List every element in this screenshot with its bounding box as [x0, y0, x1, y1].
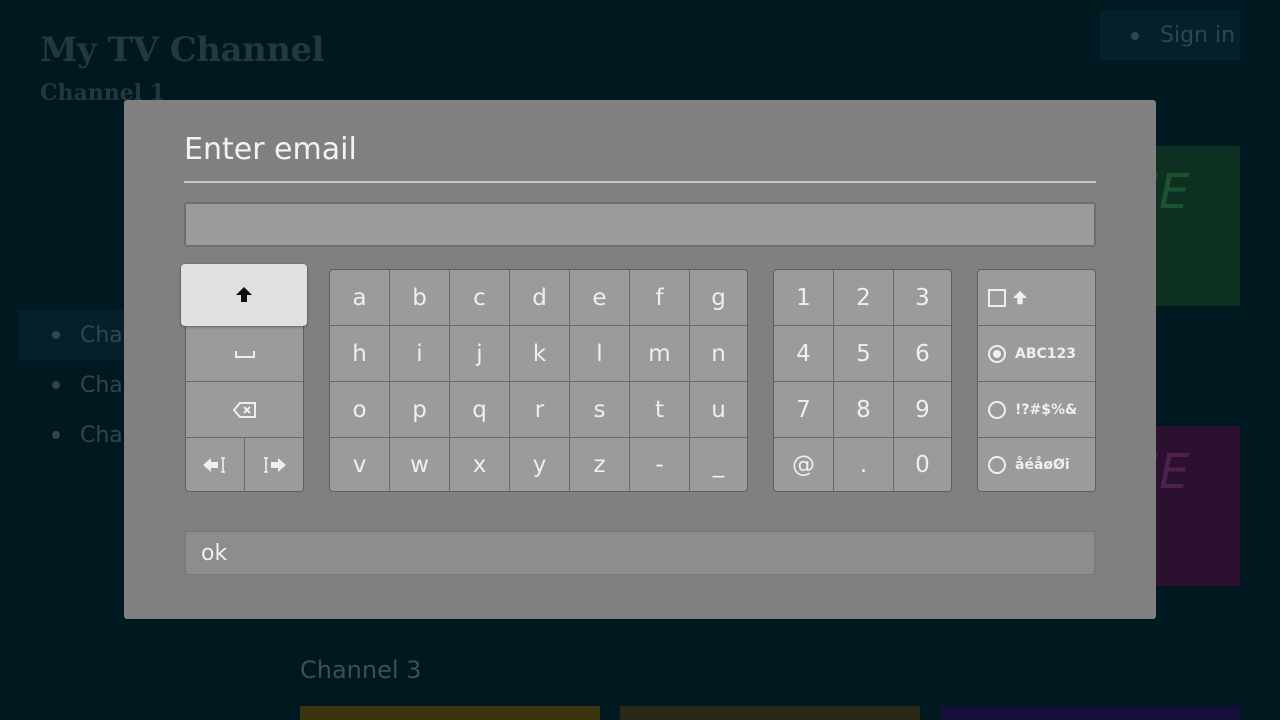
letter-key[interactable]: g	[690, 270, 747, 326]
cursor-left-icon	[203, 456, 225, 473]
letter-key[interactable]: k	[510, 326, 570, 382]
number-key[interactable]: 7	[774, 382, 834, 438]
ok-button[interactable]: ok	[185, 531, 1095, 575]
number-key[interactable]: .	[834, 438, 894, 491]
radio-icon	[988, 455, 1006, 474]
letter-key[interactable]: p	[390, 382, 450, 438]
number-key[interactable]: @	[774, 438, 834, 491]
row-label-channel-3: Channel 3	[300, 656, 422, 684]
number-key[interactable]: 4	[774, 326, 834, 382]
letter-key[interactable]: e	[570, 270, 630, 326]
number-key[interactable]: 8	[834, 382, 894, 438]
letter-key[interactable]: _	[690, 438, 747, 491]
letter-key[interactable]: r	[510, 382, 570, 438]
letter-key[interactable]: u	[690, 382, 747, 438]
space-icon	[234, 350, 255, 358]
letter-key[interactable]: f	[630, 270, 690, 326]
space-key[interactable]	[186, 326, 303, 382]
backspace-icon	[232, 401, 256, 418]
mode-symbols[interactable]: !?#$%&	[978, 382, 1095, 438]
number-key[interactable]: 5	[834, 326, 894, 382]
number-key[interactable]: 2	[834, 270, 894, 326]
number-key[interactable]: 0	[894, 438, 951, 491]
channel-3-card-3[interactable]	[940, 706, 1240, 720]
number-keys: 1 2 3 4 5 6 7 8 9 @. 0	[773, 269, 952, 492]
letter-key[interactable]: c	[450, 270, 510, 326]
dialog-title: Enter email	[184, 132, 357, 167]
sign-in-button[interactable]: Sign in	[1100, 10, 1240, 60]
channel-3-card-2[interactable]	[620, 706, 920, 720]
letter-key[interactable]: l	[570, 326, 630, 382]
radio-selected-icon	[988, 344, 1006, 363]
backspace-key[interactable]	[186, 382, 303, 438]
letter-key[interactable]: v	[330, 438, 390, 491]
number-key[interactable]: 9	[894, 382, 951, 438]
letter-key[interactable]: w	[390, 438, 450, 491]
mode-label: !?#$%&	[1015, 401, 1078, 418]
letter-key[interactable]: y	[510, 438, 570, 491]
mode-accents[interactable]: åéåøØi	[978, 438, 1095, 491]
shift-key-focused[interactable]	[181, 264, 307, 326]
number-key[interactable]: 6	[894, 326, 951, 382]
letter-key[interactable]: b	[390, 270, 450, 326]
mode-abc123[interactable]: ABC123	[978, 326, 1095, 382]
letter-key[interactable]: d	[510, 270, 570, 326]
app-title: My TV Channel	[40, 30, 325, 70]
channel-3-card-1[interactable]	[300, 706, 600, 720]
mode-keys: ABC123 !?#$%& åéåøØi	[977, 269, 1096, 492]
letter-key[interactable]: -	[630, 438, 690, 491]
caps-lock-toggle[interactable]	[978, 270, 1095, 326]
number-key[interactable]: 1	[774, 270, 834, 326]
mode-label: ABC123	[1015, 345, 1077, 362]
cursor-right-key[interactable]	[245, 438, 303, 491]
ok-label: ok	[201, 540, 228, 566]
cursor-right-icon	[264, 456, 286, 473]
title-divider	[184, 181, 1096, 183]
cursor-left-key[interactable]	[186, 438, 245, 491]
letter-key[interactable]: j	[450, 326, 510, 382]
shift-arrow-icon	[236, 287, 252, 302]
caps-lock-checkbox	[988, 288, 1006, 307]
letter-key[interactable]: a	[330, 270, 390, 326]
letter-key[interactable]: s	[570, 382, 630, 438]
letter-key[interactable]: m	[630, 326, 690, 382]
email-keyboard-dialog: Enter email a b c d e f g h i j k l m n o p q r s t u v w x y z - _…	[124, 100, 1156, 619]
caps-lock-icon	[1012, 290, 1028, 304]
letter-key[interactable]: q	[450, 382, 510, 438]
mode-label: åéåøØi	[1015, 456, 1070, 473]
letter-key[interactable]: h	[330, 326, 390, 382]
sign-in-label: Sign in	[1160, 22, 1236, 48]
letter-key[interactable]: t	[630, 382, 690, 438]
radio-icon	[988, 400, 1006, 419]
letter-key[interactable]: i	[390, 326, 450, 382]
letter-key[interactable]: x	[450, 438, 510, 491]
letter-key[interactable]: z	[570, 438, 630, 491]
number-key[interactable]: 3	[894, 270, 951, 326]
letter-key[interactable]: n	[690, 326, 747, 382]
letter-keys: a b c d e f g h i j k l m n o p q r s t u v w x y z - _	[329, 269, 748, 492]
letter-key[interactable]: o	[330, 382, 390, 438]
email-input[interactable]	[184, 202, 1096, 247]
